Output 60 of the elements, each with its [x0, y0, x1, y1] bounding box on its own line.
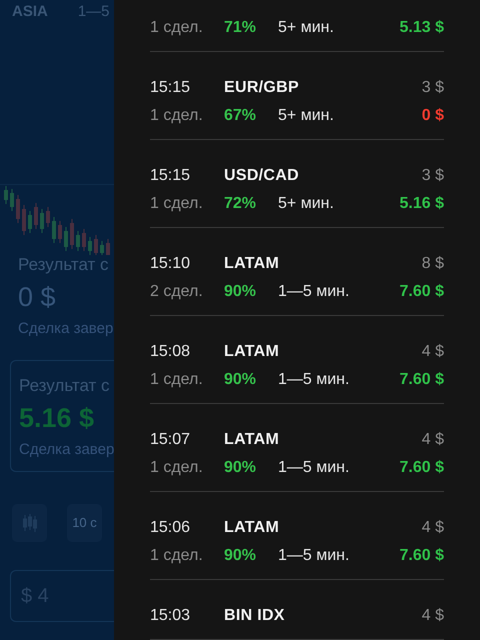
trade-time: 15:10 — [150, 254, 192, 274]
candlestick-icon — [22, 514, 38, 532]
result-amount: 5.13 $ — [400, 18, 444, 38]
payout-percent: 90% — [224, 370, 258, 390]
timeframe-button[interactable]: 10 с — [67, 504, 102, 542]
duration-label: 5+ мин. — [278, 194, 335, 214]
payout-percent: 71% — [224, 18, 258, 38]
stake-amount: 4 $ — [422, 342, 444, 362]
payout-percent: 90% — [224, 546, 258, 566]
asset-name: BIN IDX — [224, 606, 286, 626]
trade-time: 15:07 — [150, 430, 192, 450]
result-note: Сделка завер — [19, 440, 114, 460]
stake-amount: 3 $ — [422, 78, 444, 98]
result-amount: 7.60 $ — [400, 458, 444, 478]
duration-label: 1—5 мин. — [278, 282, 350, 302]
duration-label: 5+ мин. — [278, 106, 335, 126]
asset-name: LATAM — [224, 254, 280, 274]
chart-type-button[interactable] — [12, 504, 47, 542]
duration-label: 1—5 — [78, 2, 110, 22]
payout-percent: 90% — [224, 282, 258, 302]
result-note: Сделка завер — [18, 319, 114, 339]
deal-count: 1 сдел. — [150, 194, 204, 214]
deal-count: 2 сдел. — [150, 282, 204, 302]
trade-time: 15:15 — [150, 78, 192, 98]
trade-time: 15:08 — [150, 342, 192, 362]
stake-amount: 3 $ — [422, 166, 444, 186]
result-amount: 0 $ — [18, 281, 57, 314]
deal-count: 1 сдел. — [150, 106, 204, 126]
stake-amount: 4 $ — [422, 518, 444, 538]
duration-label: 5+ мин. — [278, 18, 335, 38]
result-amount: 7.60 $ — [400, 546, 444, 566]
duration-label: 1—5 мин. — [278, 546, 350, 566]
result-amount: 7.60 $ — [400, 282, 444, 302]
duration-label: 1—5 мин. — [278, 458, 350, 478]
payout-percent: 67% — [224, 106, 258, 126]
deal-count: 1 сдел. — [150, 370, 204, 390]
trade-time: 15:06 — [150, 518, 192, 538]
stake-amount: 4 $ — [422, 606, 444, 626]
trade-time: 15:03 — [150, 606, 192, 626]
result-title: Результат с — [18, 254, 110, 276]
stake-amount: 4 $ — [422, 430, 444, 450]
payout-percent: 72% — [224, 194, 258, 214]
asset-name: ASIA — [12, 2, 48, 22]
asset-name: EUR/GBP — [224, 78, 300, 98]
asset-name: LATAM — [224, 518, 280, 538]
trade-time: 15:15 — [150, 166, 192, 186]
result-title: Результат с — [19, 375, 111, 397]
result-amount: 7.60 $ — [400, 370, 444, 390]
deal-count: 1 сдел. — [150, 18, 204, 38]
result-amount: 5.16 $ — [19, 402, 96, 435]
result-amount: 0 $ — [422, 106, 444, 126]
result-amount: 5.16 $ — [400, 194, 444, 214]
asset-name: USD/CAD — [224, 166, 300, 186]
duration-label: 1—5 мин. — [278, 370, 350, 390]
asset-name: LATAM — [224, 342, 280, 362]
stake-amount: 8 $ — [422, 254, 444, 274]
deal-count: 1 сдел. — [150, 458, 204, 478]
asset-name: LATAM — [224, 430, 280, 450]
payout-percent: 90% — [224, 458, 258, 478]
deal-count: 1 сдел. — [150, 546, 204, 566]
